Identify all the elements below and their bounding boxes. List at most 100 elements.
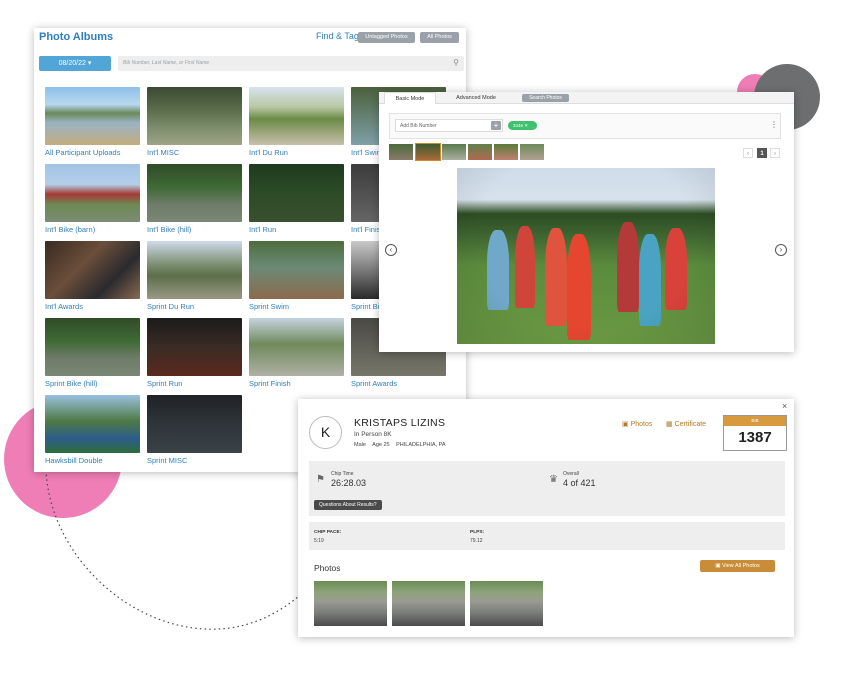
album-label[interactable]: Int'l Awards bbox=[45, 302, 140, 311]
album-card[interactable]: All Participant Uploads bbox=[45, 87, 140, 157]
all-photos-button[interactable]: All Photos bbox=[420, 32, 459, 43]
more-options-icon[interactable]: ⋮ bbox=[770, 120, 778, 129]
add-bib-input[interactable]: Add Bib Number + bbox=[395, 119, 503, 132]
main-photo[interactable] bbox=[457, 168, 715, 344]
tab-advanced-mode[interactable]: Advanced Mode bbox=[445, 92, 507, 104]
filmstrip-thumbnail[interactable] bbox=[520, 144, 544, 160]
result-photo-thumbnail[interactable] bbox=[392, 581, 465, 626]
album-thumbnail[interactable] bbox=[147, 318, 242, 376]
album-thumbnail[interactable] bbox=[249, 318, 344, 376]
album-label[interactable]: Int'l MISC bbox=[147, 148, 242, 157]
album-card[interactable]: Int'l Awards bbox=[45, 241, 140, 311]
album-thumbnail[interactable] bbox=[249, 87, 344, 145]
album-thumbnail[interactable] bbox=[45, 241, 140, 299]
chip-pace-label: CHIP PACE: bbox=[314, 530, 342, 535]
album-thumbnail[interactable] bbox=[147, 87, 242, 145]
viewer-tab-bar: Basic Mode Advanced Mode Search Photos bbox=[379, 92, 794, 104]
album-thumbnail[interactable] bbox=[147, 241, 242, 299]
album-label[interactable]: Sprint MISC bbox=[147, 456, 242, 465]
view-all-photos-button[interactable]: ▣ View All Photos bbox=[700, 560, 775, 572]
photos-link-label[interactable]: Photos bbox=[631, 421, 653, 428]
filmstrip-thumbnail[interactable] bbox=[442, 144, 466, 160]
plp-value: 79.12 bbox=[470, 538, 483, 544]
album-card[interactable]: Int'l Bike (barn) bbox=[45, 164, 140, 234]
album-card[interactable]: Sprint Du Run bbox=[147, 241, 242, 311]
filmstrip-thumbnail[interactable] bbox=[389, 144, 413, 160]
album-thumbnail[interactable] bbox=[45, 164, 140, 222]
album-thumbnail[interactable] bbox=[45, 395, 140, 453]
album-label[interactable]: Int'l Du Run bbox=[249, 148, 344, 157]
album-label[interactable]: Sprint Bike (hill) bbox=[45, 379, 140, 388]
album-card[interactable]: Sprint Swim bbox=[249, 241, 344, 311]
album-thumbnail[interactable] bbox=[147, 164, 242, 222]
untagged-photos-button[interactable]: Untagged Photos bbox=[358, 32, 415, 43]
album-label[interactable]: Sprint Awards bbox=[351, 379, 446, 388]
album-label[interactable]: All Participant Uploads bbox=[45, 148, 140, 157]
previous-photo-arrow-icon[interactable]: ‹ bbox=[385, 244, 397, 256]
avatar: K bbox=[309, 416, 342, 449]
album-label[interactable]: Hawksbill Double bbox=[45, 456, 140, 465]
result-photo-thumbnail[interactable] bbox=[314, 581, 387, 626]
page-prev-button[interactable]: ‹ bbox=[743, 148, 753, 158]
participant-name: KRISTAPS LIZINS bbox=[354, 417, 446, 429]
album-card[interactable]: Sprint Finish bbox=[249, 318, 344, 388]
page-number[interactable]: 1 bbox=[757, 148, 767, 158]
filmstrip-thumbnail[interactable] bbox=[468, 144, 492, 160]
search-photos-button[interactable]: Search Photos bbox=[522, 94, 569, 102]
page-next-button[interactable]: › bbox=[770, 148, 780, 158]
participant-age: Age 25 bbox=[372, 442, 390, 448]
album-search-input[interactable]: Bib Number, Last Name, or First Name ⚲ bbox=[118, 56, 464, 71]
chip-time-label: Chip Time bbox=[331, 471, 354, 477]
plp-stat: PLPS: 79.12 bbox=[470, 530, 484, 544]
photo-vignette bbox=[457, 168, 715, 344]
bib-filter-chip[interactable]: 3446 ✕ bbox=[508, 121, 537, 130]
participant-result-panel: × K KRISTAPS LIZINS In Person 8K Male Ag… bbox=[298, 399, 794, 637]
search-icon[interactable]: ⚲ bbox=[453, 58, 459, 67]
album-thumbnail[interactable] bbox=[45, 87, 140, 145]
bib-placeholder: Add Bib Number bbox=[400, 123, 437, 129]
photos-link[interactable]: ▣ Photos bbox=[622, 420, 652, 428]
album-label[interactable]: Int'l Run bbox=[249, 225, 344, 234]
overall-label: Overall bbox=[563, 471, 579, 477]
bib-card-header: BIB bbox=[724, 416, 786, 426]
album-card[interactable]: Sprint Bike (hill) bbox=[45, 318, 140, 388]
album-label[interactable]: Int'l Bike (barn) bbox=[45, 225, 140, 234]
album-card[interactable]: Int'l Bike (hill) bbox=[147, 164, 242, 234]
filmstrip-thumbnail[interactable] bbox=[494, 144, 518, 160]
album-card[interactable]: Hawksbill Double bbox=[45, 395, 140, 465]
flag-icon: ⚑ bbox=[316, 474, 325, 485]
album-card[interactable]: Sprint Run bbox=[147, 318, 242, 388]
close-icon[interactable]: × bbox=[782, 401, 787, 411]
album-card[interactable]: Int'l Du Run bbox=[249, 87, 344, 157]
overall-value: 4 of 421 bbox=[563, 478, 596, 488]
find-tag-link[interactable]: Find & Tag bbox=[316, 31, 359, 41]
album-thumbnail[interactable] bbox=[249, 164, 344, 222]
album-card[interactable]: Sprint MISC bbox=[147, 395, 242, 465]
album-label[interactable]: Sprint Swim bbox=[249, 302, 344, 311]
view-all-photos-label[interactable]: View All Photos bbox=[722, 563, 760, 569]
album-label[interactable]: Sprint Du Run bbox=[147, 302, 242, 311]
album-thumbnail[interactable] bbox=[249, 241, 344, 299]
add-bib-button[interactable]: + bbox=[491, 121, 501, 130]
album-thumbnail[interactable] bbox=[147, 395, 242, 453]
album-label[interactable]: Int'l Bike (hill) bbox=[147, 225, 242, 234]
date-dropdown[interactable]: 08/20/22 ▾ bbox=[39, 56, 111, 71]
chip-pace-stat: CHIP PACE: 5:19 bbox=[314, 530, 341, 544]
album-thumbnail[interactable] bbox=[45, 318, 140, 376]
photo-icon: ▣ bbox=[715, 563, 722, 569]
result-photo-thumbnail[interactable] bbox=[470, 581, 543, 626]
album-card[interactable]: Int'l MISC bbox=[147, 87, 242, 157]
pace-box: CHIP PACE: 5:19 PLPS: 79.12 bbox=[309, 522, 785, 550]
filmstrip-thumbnail-selected[interactable] bbox=[415, 143, 441, 161]
certificate-link-label[interactable]: Certificate bbox=[675, 421, 707, 428]
participant-event: In Person 8K bbox=[354, 431, 392, 438]
album-label[interactable]: Sprint Finish bbox=[249, 379, 344, 388]
next-photo-arrow-icon[interactable]: › bbox=[775, 244, 787, 256]
tab-basic-mode[interactable]: Basic Mode bbox=[384, 92, 436, 104]
chip-time-value: 26:28.03 bbox=[331, 478, 367, 488]
certificate-link[interactable]: ▦ Certificate bbox=[666, 420, 706, 428]
album-card[interactable]: Int'l Run bbox=[249, 164, 344, 234]
questions-about-results-button[interactable]: Questions About Results? bbox=[314, 500, 382, 510]
chip-time-stat: Chip Time 26:28.03 bbox=[331, 471, 366, 488]
album-label[interactable]: Sprint Run bbox=[147, 379, 242, 388]
